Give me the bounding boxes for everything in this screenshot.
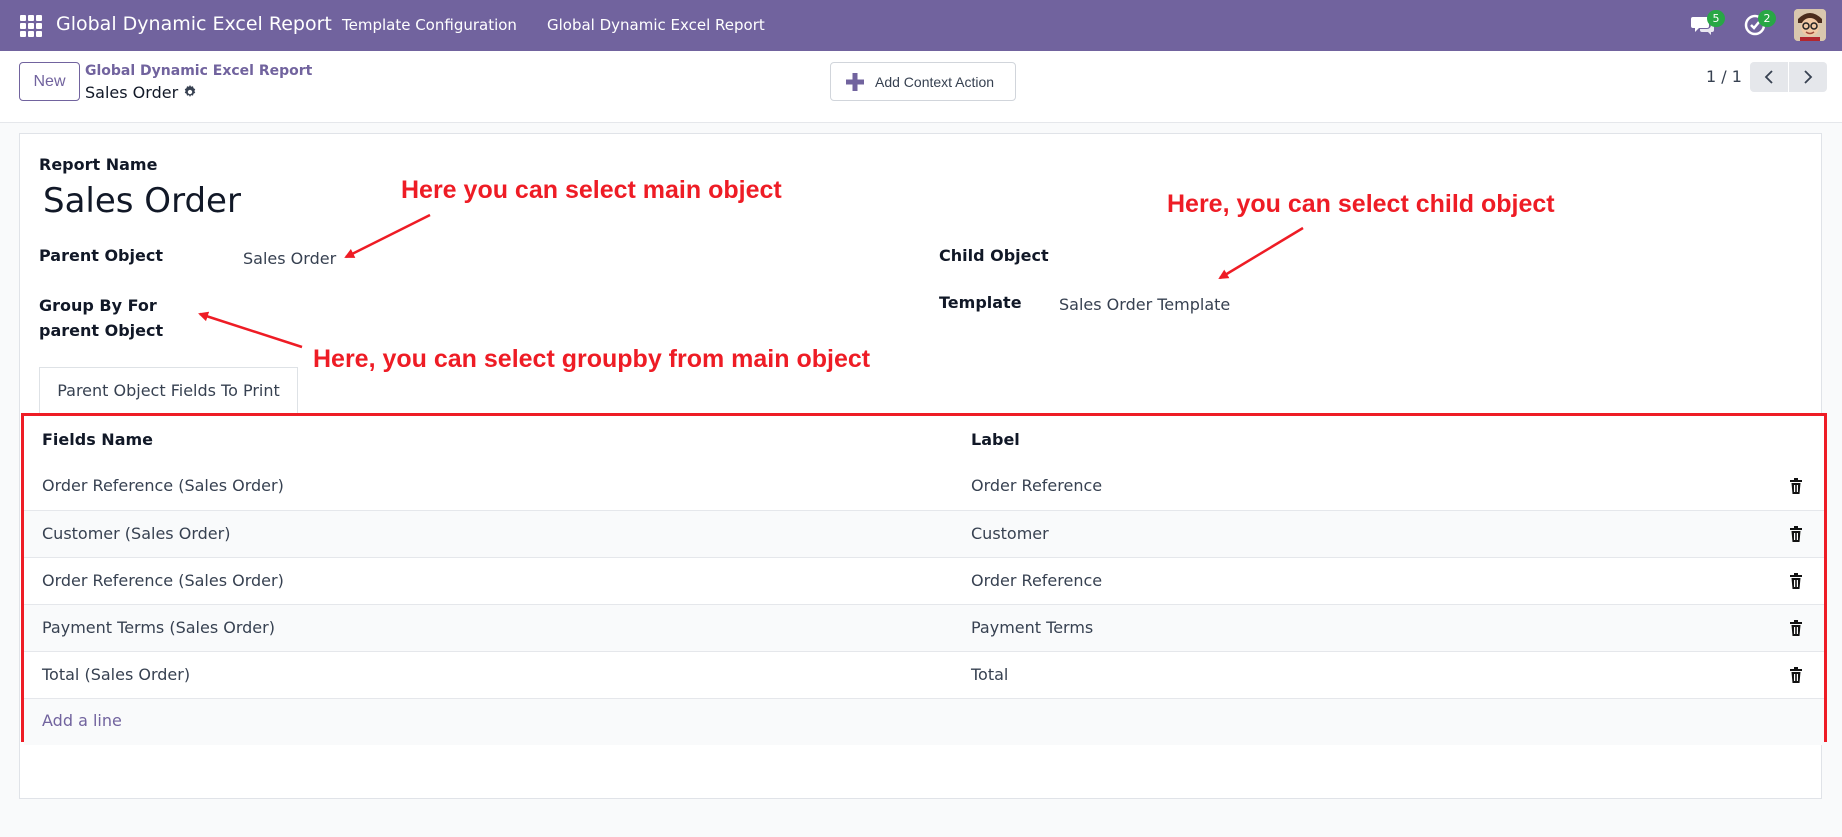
app-title[interactable]: Global Dynamic Excel Report (56, 13, 332, 35)
table-row[interactable]: Payment Terms (Sales Order) Payment Term… (24, 604, 1824, 651)
add-context-action-button[interactable]: Add Context Action (830, 62, 1016, 101)
breadcrumb-parent[interactable]: Global Dynamic Excel Report (85, 63, 312, 79)
tab-parent-object-fields[interactable]: Parent Object Fields To Print (39, 367, 298, 413)
breadcrumb-current: Sales Order (85, 83, 179, 102)
group-by-label: Group By For parent Object (39, 296, 164, 340)
field-name-cell[interactable]: Order Reference (Sales Order) (42, 476, 284, 495)
pager-next-button[interactable] (1789, 62, 1827, 92)
label-cell[interactable]: Customer (971, 524, 1049, 543)
apps-grid-icon[interactable] (20, 15, 42, 37)
pager-value[interactable]: 1 / 1 (1706, 67, 1742, 86)
chat-badge: 5 (1707, 10, 1725, 27)
chevron-left-icon (1764, 70, 1773, 84)
add-context-action-label: Add Context Action (875, 73, 995, 90)
parent-object-label: Parent Object (39, 246, 163, 265)
label-cell[interactable]: Payment Terms (971, 618, 1093, 637)
field-name-cell[interactable]: Order Reference (Sales Order) (42, 571, 284, 590)
field-name-cell[interactable]: Total (Sales Order) (42, 665, 190, 684)
child-object-field[interactable] (1059, 246, 1799, 272)
label-cell[interactable]: Order Reference (971, 476, 1102, 495)
user-avatar[interactable] (1794, 9, 1826, 41)
activity-badge: 2 (1758, 10, 1776, 27)
template-label: Template (939, 293, 1022, 312)
group-by-field[interactable] (243, 293, 743, 319)
field-name-cell[interactable]: Customer (Sales Order) (42, 524, 230, 543)
parent-object-field[interactable]: Sales Order (243, 249, 336, 268)
menu-global-dynamic-excel-report[interactable]: Global Dynamic Excel Report (547, 16, 765, 34)
top-navbar: Global Dynamic Excel Report Template Con… (0, 0, 1842, 51)
new-button[interactable]: New (19, 62, 80, 101)
plus-icon (846, 72, 864, 91)
trash-icon[interactable] (1789, 667, 1803, 683)
template-field[interactable]: Sales Order Template (1059, 295, 1230, 314)
menu-template-configuration[interactable]: Template Configuration (342, 16, 517, 34)
table-row[interactable]: Total (Sales Order) Total (24, 651, 1824, 698)
fields-table: Fields Name Label Order Reference (Sales… (21, 413, 1827, 745)
field-name-cell[interactable]: Payment Terms (Sales Order) (42, 618, 275, 637)
trash-icon[interactable] (1789, 573, 1803, 589)
add-line-row: Add a line (24, 698, 1824, 745)
chevron-right-icon (1804, 70, 1813, 84)
annotation-main-object: Here you can select main object (401, 176, 782, 204)
trash-icon[interactable] (1789, 478, 1803, 494)
report-name-label: Report Name (39, 155, 158, 174)
annotation-groupby: Here, you can select groupby from main o… (313, 345, 871, 373)
pager-previous-button[interactable] (1750, 62, 1788, 92)
table-row[interactable]: Order Reference (Sales Order) Order Refe… (24, 463, 1824, 510)
trash-icon[interactable] (1789, 620, 1803, 636)
table-row[interactable]: Customer (Sales Order) Customer (24, 510, 1824, 557)
gear-icon[interactable] (183, 85, 197, 99)
add-a-line-link[interactable]: Add a line (42, 711, 122, 730)
column-header-label[interactable]: Label (971, 430, 1020, 449)
trash-icon[interactable] (1789, 526, 1803, 542)
label-cell[interactable]: Total (971, 665, 1008, 684)
child-object-label: Child Object (939, 246, 1049, 265)
table-row[interactable]: Order Reference (Sales Order) Order Refe… (24, 557, 1824, 604)
label-cell[interactable]: Order Reference (971, 571, 1102, 590)
column-header-fields-name[interactable]: Fields Name (42, 430, 153, 449)
annotation-child-object: Here, you can select child object (1167, 190, 1555, 218)
avatar-face-icon (1794, 9, 1826, 41)
report-name-input[interactable]: Sales Order (43, 181, 241, 221)
